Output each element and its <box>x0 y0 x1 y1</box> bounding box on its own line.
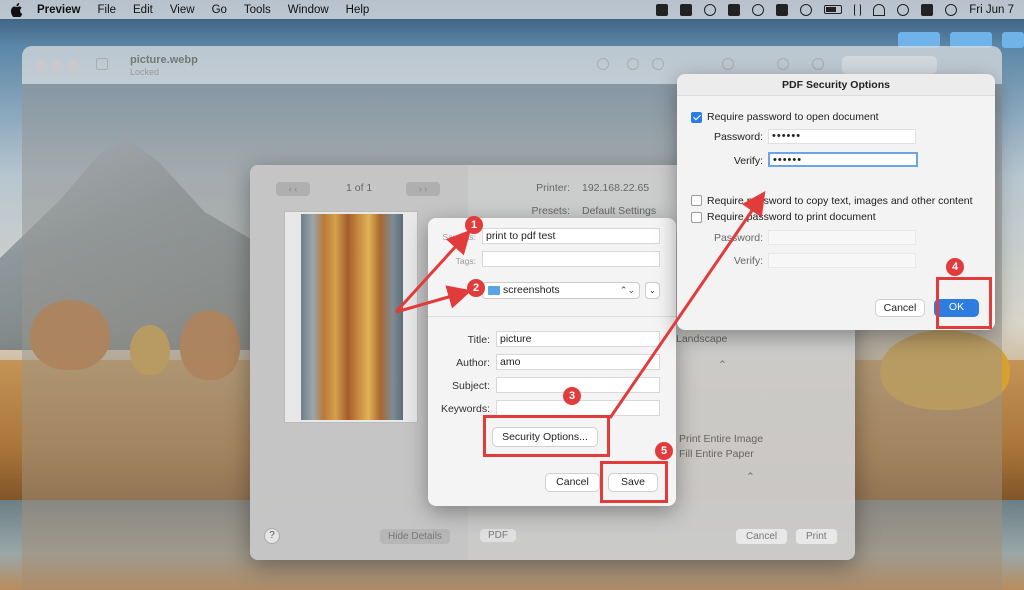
arrow-to-security-dialog <box>608 191 766 419</box>
highlight-security-options <box>483 415 610 457</box>
step-badge-2: 2 <box>467 279 485 297</box>
annotation-arrows <box>394 191 766 419</box>
highlight-save-button <box>600 461 668 503</box>
step-badge-3: 3 <box>563 387 581 405</box>
step-badge-4: 4 <box>946 258 964 276</box>
step-badge-5: 5 <box>655 442 673 460</box>
step-badge-1: 1 <box>465 216 483 234</box>
highlight-ok-button <box>936 277 992 329</box>
